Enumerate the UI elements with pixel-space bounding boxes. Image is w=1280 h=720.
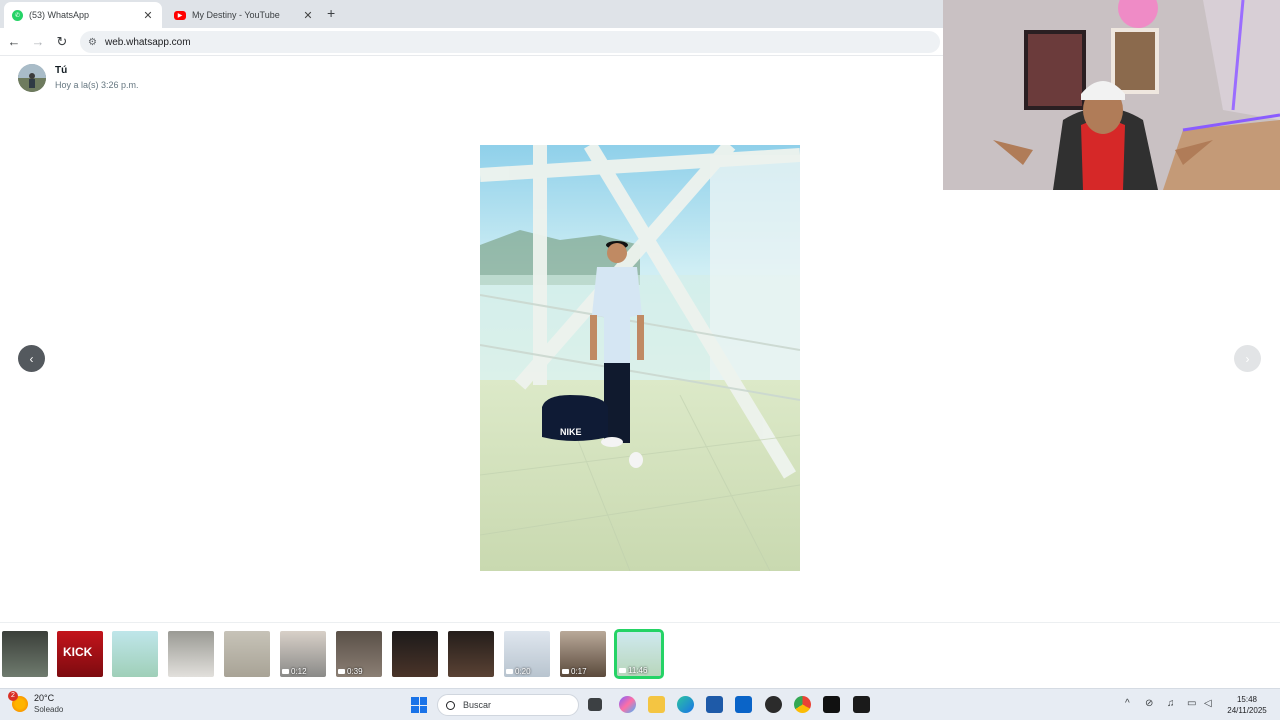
message-timestamp: Hoy a la(s) 3:26 p.m. xyxy=(55,80,139,90)
media-thumbnail[interactable]: 0:17 xyxy=(560,631,606,677)
forward-arrow-icon[interactable]: → xyxy=(30,34,46,50)
media-thumbnail[interactable] xyxy=(448,631,494,677)
capcut-icon[interactable] xyxy=(853,696,870,713)
whatsapp-icon: ✆ xyxy=(12,9,23,21)
windows-taskbar: 2 20°C Soleado Buscar ^ ⊘ ♫ ▭ ◁ 15:48 24… xyxy=(0,688,1280,720)
media-thumbnail[interactable]: KICK xyxy=(57,631,103,677)
back-arrow-icon[interactable]: ← xyxy=(6,34,22,50)
video-camera-icon xyxy=(619,668,626,673)
security-icon[interactable]: ⊘ xyxy=(1145,698,1153,709)
media-photo: NIKE xyxy=(480,145,800,571)
sender-name: Tú xyxy=(55,65,68,76)
file-explorer-icon[interactable] xyxy=(648,696,665,713)
video-duration: 0:12 xyxy=(282,667,307,676)
address-bar[interactable]: ⚙ web.whatsapp.com xyxy=(80,31,940,53)
media-thumbnail[interactable]: 0:12 xyxy=(280,631,326,677)
media-thumbnail[interactable] xyxy=(392,631,438,677)
clock-date: 24/11/2025 xyxy=(1227,706,1267,715)
notification-badge: 2 xyxy=(8,691,18,701)
tab-youtube[interactable]: ▶ My Destiny - YouTube ✕ xyxy=(166,2,322,28)
new-tab-button[interactable]: + xyxy=(327,5,335,21)
next-media-button[interactable]: › xyxy=(1234,345,1261,372)
video-camera-icon xyxy=(562,669,569,674)
media-thumbnail[interactable] xyxy=(2,631,48,677)
youtube-icon: ▶ xyxy=(174,10,186,20)
media-thumbnail-selected[interactable]: 11:46 xyxy=(614,629,664,679)
media-thumbnail[interactable]: 0:20 xyxy=(504,631,550,677)
network-icon[interactable]: ▭ xyxy=(1187,698,1196,709)
media-thumbnail-strip: KICK 0:12 0:39 0:20 0:17 11:46 xyxy=(0,622,1280,688)
system-clock[interactable]: 15:48 24/11/2025 xyxy=(1222,694,1272,716)
weather-condition-text: Soleado xyxy=(34,705,64,714)
media-thumbnail[interactable] xyxy=(224,631,270,677)
avatar[interactable] xyxy=(18,64,46,92)
microphone-icon[interactable]: ♫ xyxy=(1167,698,1175,709)
volume-icon[interactable]: ◁ xyxy=(1204,698,1212,709)
site-settings-icon[interactable]: ⚙ xyxy=(88,37,97,48)
media-thumbnail[interactable] xyxy=(112,631,158,677)
url-text: web.whatsapp.com xyxy=(104,36,191,48)
tab-whatsapp[interactable]: ✆ (53) WhatsApp ✕ xyxy=(4,2,162,28)
thumbnail-text: KICK xyxy=(63,645,93,659)
chevron-up-icon[interactable]: ^ xyxy=(1125,698,1130,709)
windows-start-icon[interactable] xyxy=(411,697,427,713)
copilot-icon[interactable] xyxy=(619,696,636,713)
outlook-icon[interactable] xyxy=(735,696,752,713)
previous-media-button[interactable]: ‹ xyxy=(18,345,45,372)
media-thumbnail[interactable] xyxy=(168,631,214,677)
video-camera-icon xyxy=(338,669,345,674)
video-duration: 0:17 xyxy=(562,667,587,676)
media-thumbnail[interactable]: 0:39 xyxy=(336,631,382,677)
nike-logo: NIKE xyxy=(560,427,582,437)
video-duration: 11:46 xyxy=(619,666,647,675)
reload-icon[interactable]: ↻ xyxy=(54,34,70,50)
taskbar-search-input[interactable]: Buscar xyxy=(437,694,579,716)
weather-widget[interactable]: 2 20°C Soleado xyxy=(8,691,64,715)
tab-title: (53) WhatsApp xyxy=(29,10,90,20)
tiktok-icon[interactable] xyxy=(823,696,840,713)
video-duration: 0:20 xyxy=(506,667,531,676)
edge-icon[interactable] xyxy=(677,696,694,713)
sun-icon: 2 xyxy=(8,691,28,712)
chrome-icon[interactable] xyxy=(794,696,811,713)
close-tab-icon[interactable]: ✕ xyxy=(142,9,154,22)
search-placeholder: Buscar xyxy=(463,700,492,710)
video-camera-icon xyxy=(506,669,513,674)
store-icon[interactable] xyxy=(706,696,723,713)
video-duration: 0:39 xyxy=(338,667,363,676)
temperature-text: 20°C xyxy=(34,693,55,703)
steam-icon[interactable] xyxy=(765,696,782,713)
search-icon xyxy=(446,700,455,710)
close-tab-icon[interactable]: ✕ xyxy=(302,9,314,22)
webcam-overlay xyxy=(943,0,1280,190)
video-camera-icon xyxy=(282,669,289,674)
clock-time: 15:48 xyxy=(1236,695,1258,704)
task-view-icon[interactable] xyxy=(588,698,602,711)
tab-title: My Destiny - YouTube xyxy=(192,10,280,20)
